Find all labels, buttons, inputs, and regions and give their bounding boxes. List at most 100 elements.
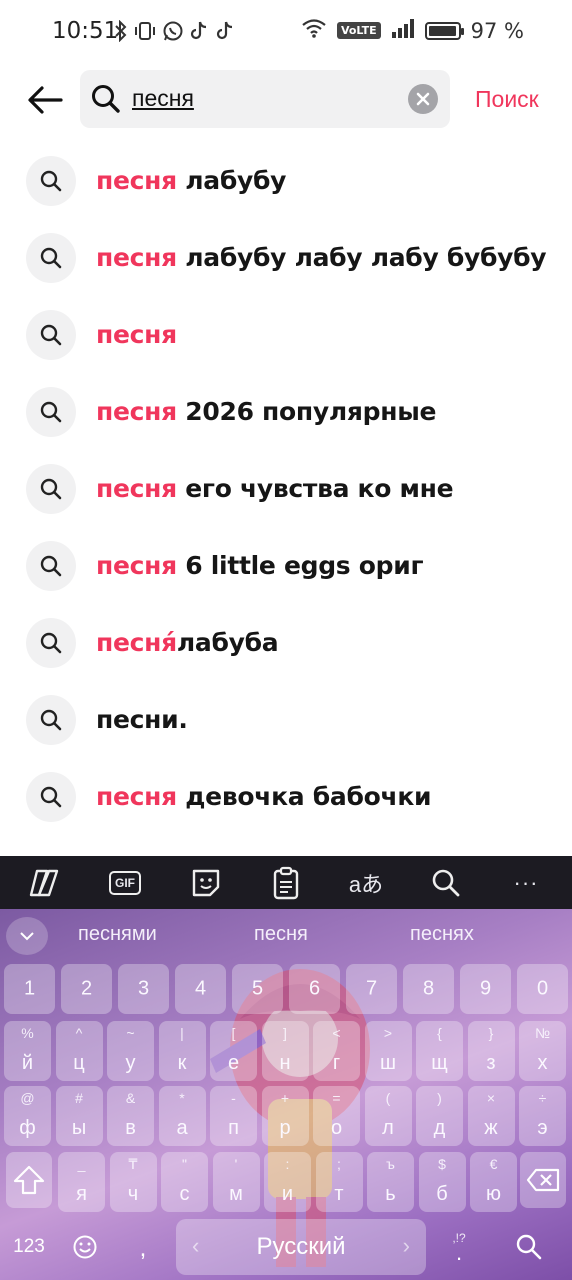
number-key[interactable]: 3 <box>118 964 169 1014</box>
suggestion-item[interactable]: песня его чувства ко мне <box>0 450 572 527</box>
emoji-key[interactable] <box>62 1225 108 1269</box>
letter-key[interactable]: | к <box>158 1021 206 1081</box>
key-symbol: ) <box>437 1090 442 1106</box>
number-key[interactable]: 5 <box>232 964 283 1014</box>
letter-key[interactable]: ] н <box>261 1021 309 1081</box>
suggestion-item[interactable]: песня 2026 популярные <box>0 373 572 450</box>
suggestion-item[interactable]: песня девочка бабочки <box>0 758 572 835</box>
translate-icon[interactable]: aあ <box>346 864 386 902</box>
letter-key[interactable]: = о <box>313 1086 360 1146</box>
search-input[interactable]: песня <box>80 70 450 128</box>
letter-key[interactable]: * а <box>158 1086 206 1146</box>
key-label: г <box>332 1052 341 1074</box>
sticker-icon[interactable] <box>186 864 226 902</box>
comma-key[interactable]: , <box>120 1227 166 1271</box>
letter-key[interactable]: € ю <box>470 1152 517 1212</box>
punctuation-key[interactable]: ,!? . <box>436 1221 482 1271</box>
key-symbol: = <box>332 1090 341 1106</box>
key-symbol: " <box>182 1156 187 1172</box>
key-symbol: % <box>21 1025 34 1041</box>
more-icon[interactable]: ··· <box>506 864 546 902</box>
keyboard-toolbar: GIF aあ ··· <box>0 856 572 909</box>
notification-icons <box>114 19 236 49</box>
key-symbol: > <box>383 1025 393 1041</box>
search-icon <box>26 617 76 668</box>
letter-key[interactable]: × ж <box>467 1086 515 1146</box>
prediction-bar: песнями песня песнях <box>0 909 572 961</box>
key-symbol: ъ <box>386 1156 395 1172</box>
number-key[interactable]: 6 <box>289 964 340 1014</box>
number-key[interactable]: 1 <box>4 964 55 1014</box>
prediction-item[interactable]: песня <box>254 923 308 946</box>
key-label: 0 <box>536 977 549 1000</box>
suggestion-item[interactable]: песня́лабуба <box>0 604 572 681</box>
prediction-item[interactable]: песнями <box>78 923 157 946</box>
backspace-key[interactable] <box>520 1152 566 1208</box>
shift-key[interactable] <box>6 1152 52 1208</box>
prediction-item[interactable]: песнях <box>410 923 474 946</box>
key-symbol: - <box>231 1090 236 1106</box>
key-label: 5 <box>251 977 264 1000</box>
clear-search-button[interactable] <box>408 84 438 114</box>
letter-key[interactable]: $ б <box>418 1152 466 1212</box>
letter-key[interactable]: < г <box>313 1021 360 1081</box>
search-icon <box>26 155 76 206</box>
search-icon <box>26 694 76 745</box>
number-key[interactable]: 9 <box>460 964 511 1014</box>
letter-key[interactable]: + р <box>261 1086 309 1146</box>
key-symbol: | <box>180 1025 184 1041</box>
collapse-keyboard-button[interactable] <box>6 917 48 955</box>
suggestion-item[interactable]: песня лабубу <box>0 142 572 219</box>
letter-key[interactable]: ^ ц <box>55 1021 103 1081</box>
letter-key[interactable]: ₸ ч <box>109 1152 157 1212</box>
number-key[interactable]: 8 <box>403 964 454 1014</box>
gif-icon[interactable]: GIF <box>105 864 145 902</box>
clipboard-icon[interactable] <box>266 864 306 902</box>
suggestion-item[interactable]: песня 6 little eggs ориг <box>0 527 572 604</box>
letter-key[interactable]: (л <box>364 1086 412 1146</box>
suggestion-item[interactable]: песня лабубу лабу лабу бубубу <box>0 219 572 296</box>
letter-key[interactable]: [е <box>210 1021 257 1081</box>
letter-key[interactable]: ) д <box>416 1086 463 1146</box>
letter-key[interactable]: & в <box>107 1086 154 1146</box>
key-symbol: × <box>486 1090 496 1106</box>
letter-key[interactable]: } з <box>467 1021 515 1081</box>
search-query-text[interactable]: песня <box>132 85 194 112</box>
number-key[interactable]: 7 <box>346 964 397 1014</box>
number-key[interactable]: 2 <box>61 964 112 1014</box>
letter-key[interactable]: _ я <box>58 1152 105 1212</box>
letter-key[interactable]: > ш <box>364 1021 412 1081</box>
back-button[interactable] <box>24 80 66 120</box>
chevron-down-icon <box>20 932 34 941</box>
letter-key[interactable]: {щ <box>416 1021 463 1081</box>
search-icon[interactable] <box>426 864 466 902</box>
search-key[interactable] <box>506 1225 552 1269</box>
search-submit-button[interactable]: Поиск <box>475 86 539 113</box>
letter-key[interactable]: ; т <box>315 1152 363 1212</box>
key-symbol: } <box>488 1025 494 1041</box>
letter-key[interactable]: @ ф <box>4 1086 51 1146</box>
number-key[interactable]: 4 <box>175 964 226 1014</box>
letter-key[interactable]: ъь <box>367 1152 414 1212</box>
tiktok-icon <box>190 20 210 49</box>
suggestion-item[interactable]: песни. <box>0 681 572 758</box>
letter-key[interactable]: № х <box>519 1021 566 1081</box>
letter-key[interactable]: ÷ э <box>519 1086 566 1146</box>
number-key[interactable]: 0 <box>517 964 568 1014</box>
letter-key[interactable]: " с <box>161 1152 208 1212</box>
search-icon <box>92 85 120 113</box>
key-label: 8 <box>422 977 435 1000</box>
letter-key[interactable]: # ы <box>55 1086 103 1146</box>
key-label: ц <box>73 1052 85 1074</box>
key-label: л <box>382 1117 394 1139</box>
space-key[interactable]: ‹ Русский › <box>176 1219 426 1275</box>
suggestion-item[interactable]: песня <box>0 296 572 373</box>
symbols-key[interactable]: 123 <box>6 1225 52 1269</box>
copilot-icon[interactable] <box>24 864 64 902</box>
letter-key[interactable]: % й <box>4 1021 51 1081</box>
letter-key[interactable]: ~ у <box>107 1021 154 1081</box>
letter-key[interactable]: -п <box>210 1086 257 1146</box>
letter-key[interactable]: :и <box>264 1152 311 1212</box>
letter-key[interactable]: ' м <box>212 1152 260 1212</box>
key-symbol: ( <box>385 1090 391 1106</box>
